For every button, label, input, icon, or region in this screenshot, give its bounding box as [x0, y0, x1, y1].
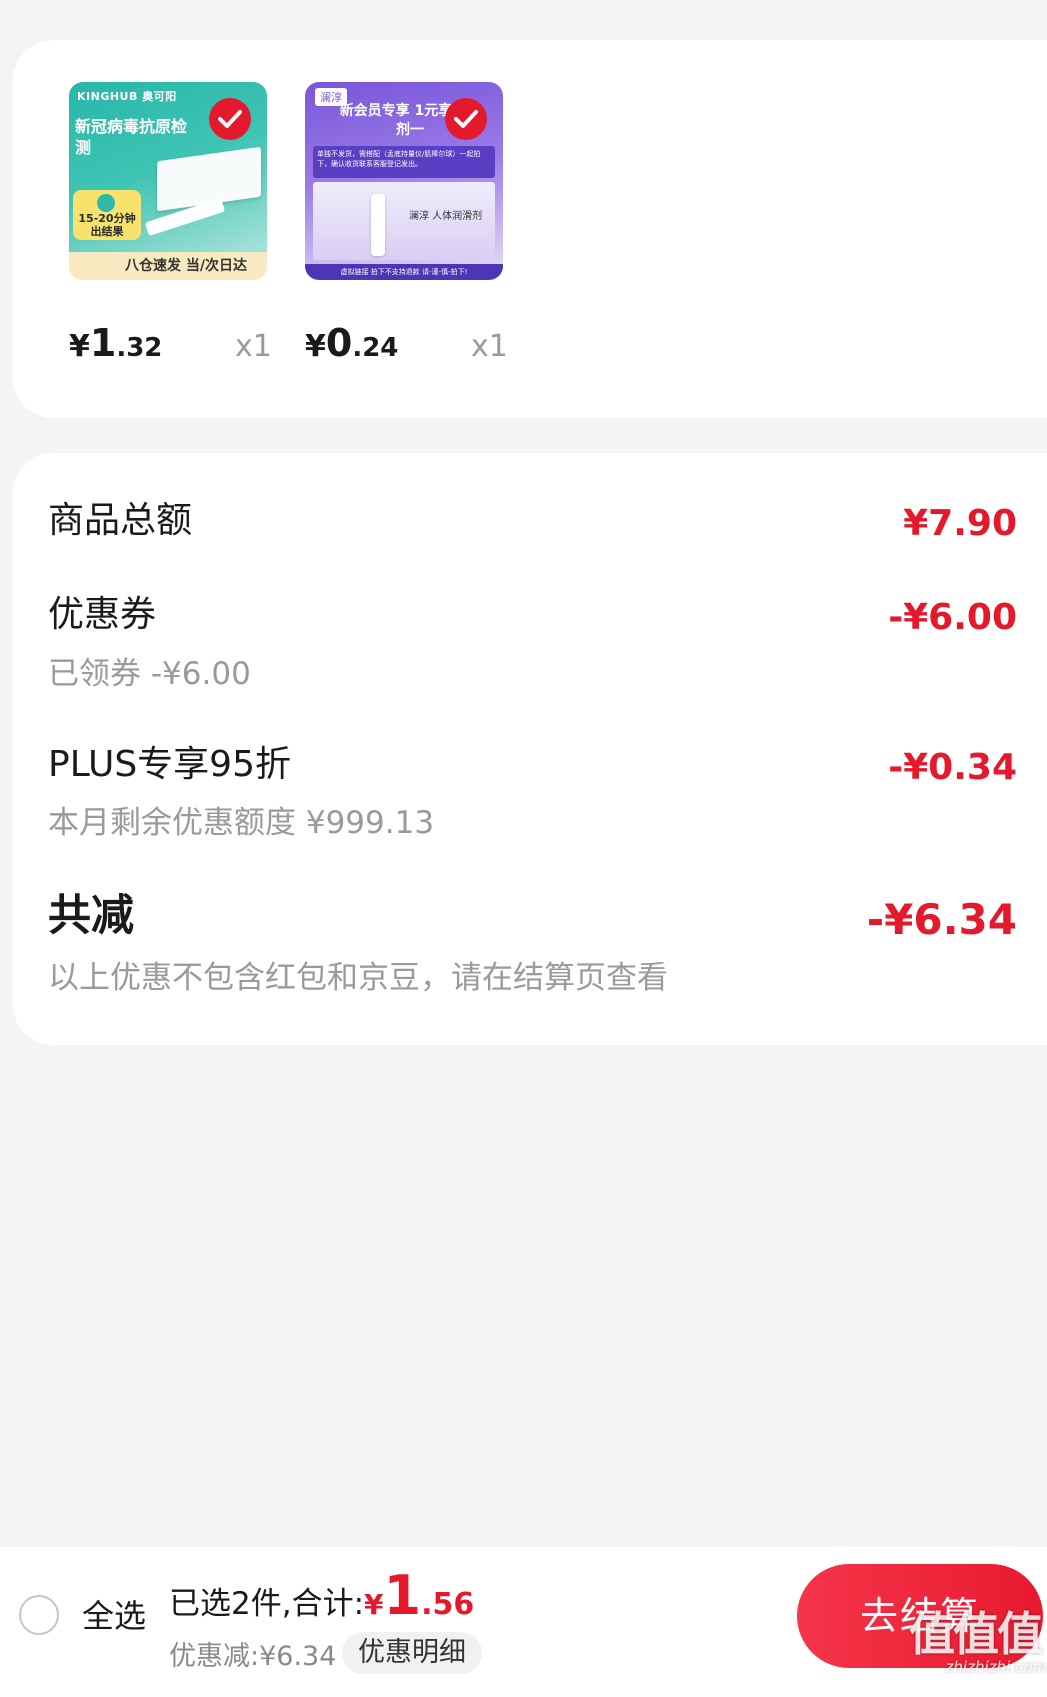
total-amount-integer: 1 — [383, 1564, 422, 1627]
product-image-notice: 单独不发货，需搭配（孟底持量仪/肌棒尔球）一起拍下，确认收货联系客服登记发出。 — [313, 146, 495, 178]
plus-remaining-quota: 本月剩余优惠额度 ¥999.13 — [48, 805, 435, 841]
goods-total-label: 商品总额 — [48, 500, 193, 541]
product-image-brand: KINGHUB 奥可阳 — [77, 90, 177, 103]
product-image-scene-text: 澜淳 人体润滑剂 — [409, 211, 483, 222]
selected-total: 已选2件,合计:¥1.56 — [169, 1564, 475, 1627]
coupon-claimed-text: 已领券 -¥6.00 — [48, 656, 251, 692]
product-price: ¥0.24 — [305, 321, 399, 365]
total-amount-decimal: .56 — [421, 1587, 475, 1622]
coupon-label: 优惠券 — [48, 594, 157, 635]
coupon-value: -¥6.00 — [888, 597, 1017, 638]
selected-count-text: 已选2件,合计: — [169, 1586, 365, 1622]
total-discount-value: -¥6.34 — [866, 895, 1017, 944]
check-circle-icon[interactable] — [209, 98, 251, 140]
discount-amount-text: 优惠减:¥6.34 — [169, 1641, 337, 1672]
product-tube-graphic — [371, 194, 385, 256]
plus-discount-value: -¥0.34 — [888, 747, 1017, 788]
plus-discount-label: PLUS专享95折 — [48, 744, 291, 785]
product-item-2[interactable]: 澜淳 新会员专享 1元享润滑剂一 单独不发货，需搭配（孟底持量仪/肌棒尔球）一起… — [305, 82, 508, 362]
product-quantity: x1 — [471, 329, 508, 364]
goods-total-value: ¥7.90 — [903, 503, 1017, 544]
product-quantity: x1 — [235, 329, 272, 364]
total-discount-label: 共减 — [48, 891, 134, 941]
discount-detail-button[interactable]: 优惠明细 — [342, 1632, 482, 1674]
price-summary-card: 商品总额 ¥7.90 优惠券 -¥6.00 已领券 -¥6.00 PLUS专享9… — [13, 453, 1047, 1045]
product-image-footer: 八仓速发 当/次日达 — [69, 252, 267, 280]
site-watermark: 值值值 zhizhizhi.com — [880, 1610, 1047, 1676]
check-circle-icon[interactable] — [445, 98, 487, 140]
product-image-headline: 新冠病毒抗原检测 — [75, 117, 188, 157]
product-image-badge: 15-20分钟出结果 — [73, 190, 141, 240]
radio-unchecked-icon[interactable] — [19, 1595, 59, 1635]
product-price: ¥1.32 — [69, 321, 163, 365]
product-image-footer: 虚拟链接 拍下不支持退款 请-谨-慎-拍下! — [305, 264, 503, 280]
discount-note: 以上优惠不包含红包和京豆，请在结算页查看 — [48, 960, 668, 996]
product-item-1[interactable]: KINGHUB 奥可阳 新冠病毒抗原检测 15-20分钟出结果 八仓速发 当/次… — [69, 82, 272, 362]
watermark-logo: 值值值 — [909, 1607, 1043, 1661]
select-all-label[interactable]: 全选 — [82, 1600, 146, 1632]
product-image-1[interactable]: KINGHUB 奥可阳 新冠病毒抗原检测 15-20分钟出结果 八仓速发 当/次… — [69, 82, 267, 280]
product-image-2[interactable]: 澜淳 新会员专享 1元享润滑剂一 单独不发货，需搭配（孟底持量仪/肌棒尔球）一起… — [305, 82, 503, 280]
watermark-domain: zhizhizhi.com — [945, 1658, 1047, 1676]
selected-products-card: KINGHUB 奥可阳 新冠病毒抗原检测 15-20分钟出结果 八仓速发 当/次… — [13, 40, 1047, 418]
